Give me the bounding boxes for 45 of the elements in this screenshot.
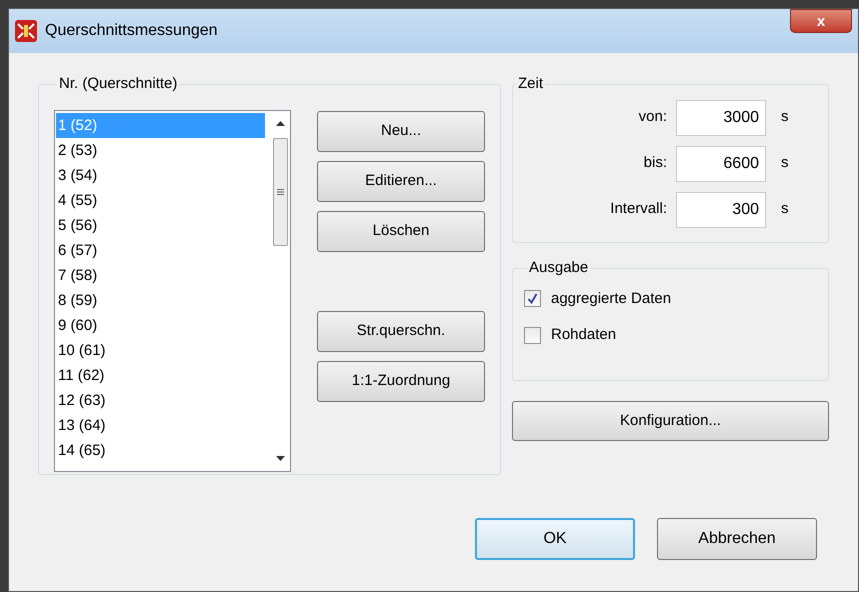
grip-icon (276, 188, 284, 194)
scroll-up-icon[interactable] (276, 120, 284, 126)
unit-label: s (781, 153, 788, 174)
checkbox-label: Rohdaten (551, 325, 616, 345)
dialog-button[interactable]: OK (475, 518, 635, 560)
list-item[interactable]: 14 (65) (56, 438, 265, 462)
field-label: bis: (642, 153, 668, 174)
dialog-button[interactable]: Abbrechen (657, 518, 817, 560)
configuration-button[interactable]: Konfiguration... (512, 401, 829, 441)
checkbox[interactable] (524, 326, 541, 344)
unit-label: s (781, 199, 788, 220)
group-title: Ausgabe (528, 258, 590, 278)
unit-label: s (781, 107, 788, 128)
scroll-thumb[interactable] (272, 138, 288, 246)
close-button[interactable]: x (790, 9, 852, 33)
action-button[interactable]: Neu... (317, 110, 485, 152)
list-item[interactable]: 7 (58) (56, 262, 265, 288)
checkbox-label: aggregierte Daten (551, 288, 672, 308)
list-item[interactable]: 9 (60) (56, 312, 265, 338)
time-field[interactable]: 6600 (676, 146, 766, 182)
group-title: Zeit (517, 74, 544, 94)
time-field[interactable]: 3000 (676, 100, 766, 136)
list-item[interactable]: 6 (57) (56, 238, 265, 262)
list-item[interactable]: 5 (56) (56, 212, 265, 238)
field-label: Intervall: (609, 199, 668, 220)
list-item[interactable]: 12 (63) (56, 388, 265, 412)
section-listbox[interactable]: 1 (52) 2 (53) 3 (54) 4 (55) 5 (56) 6 (57) 7 (58) 8 (59) 9 (60) 10 (61) 11 (62) 12 (63) 13 (64) 14 (65) (54, 110, 291, 472)
group-title: Nr. (Querschnitte) (58, 74, 178, 94)
action-button[interactable]: 1:1-Zuordnung (317, 360, 485, 402)
scroll-down-icon[interactable] (276, 456, 284, 460)
window-title: Querschnittsmessungen (45, 21, 218, 41)
field-label: von: (638, 107, 668, 128)
time-field[interactable]: 300 (676, 192, 766, 228)
list-item[interactable]: 8 (59) (56, 288, 265, 312)
list-item[interactable]: 2 (53) (56, 138, 265, 162)
action-button[interactable]: Editieren... (317, 160, 485, 202)
list-item[interactable]: 4 (55) (56, 188, 265, 212)
action-button[interactable]: Str.querschn. (317, 310, 485, 352)
list-item[interactable]: 10 (61) (56, 338, 265, 362)
action-button[interactable]: Löschen (317, 210, 485, 252)
list-item[interactable]: 11 (62) (56, 362, 265, 388)
list-item[interactable]: 13 (64) (56, 412, 265, 438)
app-icon (15, 20, 37, 42)
checkbox[interactable] (524, 290, 541, 308)
list-item[interactable]: 3 (54) (56, 162, 265, 188)
